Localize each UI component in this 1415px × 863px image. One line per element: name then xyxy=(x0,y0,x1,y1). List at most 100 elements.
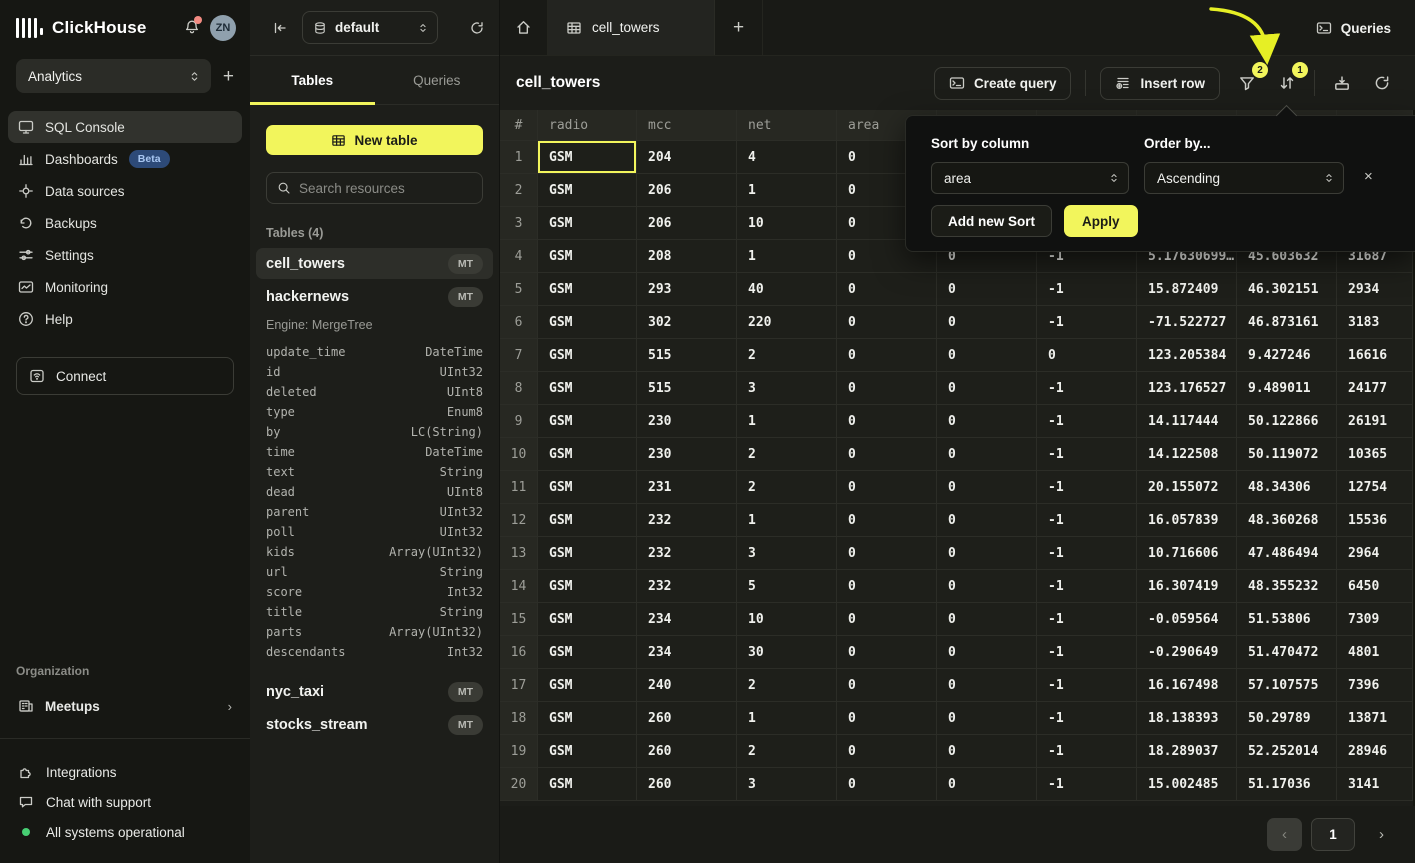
row-number[interactable]: 17 xyxy=(500,669,538,702)
sort-order-select[interactable]: Ascending xyxy=(1144,162,1344,194)
row-number[interactable]: 12 xyxy=(500,504,538,537)
grid-cell[interactable]: 232 xyxy=(637,537,737,570)
notifications-button[interactable] xyxy=(184,19,200,38)
grid-cell[interactable]: 14.117444 xyxy=(1137,405,1237,438)
grid-cell[interactable]: 0 xyxy=(837,636,937,669)
grid-cell[interactable]: -1 xyxy=(1037,768,1137,801)
row-number[interactable]: 15 xyxy=(500,603,538,636)
grid-cell[interactable]: 16.307419 xyxy=(1137,570,1237,603)
grid-cell[interactable]: -1 xyxy=(1037,504,1137,537)
refresh-panel-icon[interactable] xyxy=(469,20,485,36)
grid-cell[interactable]: 3 xyxy=(737,768,837,801)
grid-cell[interactable]: 2 xyxy=(737,669,837,702)
grid-header-cell[interactable]: # xyxy=(500,110,538,141)
database-select[interactable]: default xyxy=(302,11,438,44)
grid-cell[interactable]: 15.872409 xyxy=(1137,273,1237,306)
grid-cell[interactable]: 260 xyxy=(637,735,737,768)
grid-cell[interactable]: 0 xyxy=(937,372,1037,405)
grid-cell[interactable]: -1 xyxy=(1037,471,1137,504)
row-number[interactable]: 20 xyxy=(500,768,538,801)
row-number[interactable]: 16 xyxy=(500,636,538,669)
home-button[interactable] xyxy=(500,0,548,55)
grid-cell[interactable]: -0.290649 xyxy=(1137,636,1237,669)
grid-cell[interactable]: GSM xyxy=(538,240,637,273)
grid-cell[interactable]: 1 xyxy=(737,504,837,537)
grid-cell[interactable]: 234 xyxy=(637,636,737,669)
grid-cell[interactable]: 0 xyxy=(837,405,937,438)
grid-cell[interactable]: 48.34306 xyxy=(1237,471,1337,504)
grid-cell[interactable]: 293 xyxy=(637,273,737,306)
grid-cell[interactable]: 231 xyxy=(637,471,737,504)
grid-cell[interactable]: GSM xyxy=(538,405,637,438)
grid-cell[interactable]: 1 xyxy=(737,240,837,273)
row-number[interactable]: 18 xyxy=(500,702,538,735)
add-workspace-button[interactable]: + xyxy=(223,67,234,86)
workspace-select[interactable]: Analytics xyxy=(16,59,211,93)
insert-row-button[interactable]: Insert row xyxy=(1100,67,1220,100)
table-item-stocks-stream[interactable]: stocks_streamMT xyxy=(256,709,493,740)
grid-cell[interactable]: 0 xyxy=(937,768,1037,801)
grid-header-cell[interactable]: mcc xyxy=(637,110,737,141)
row-number[interactable]: 19 xyxy=(500,735,538,768)
grid-cell[interactable]: 206 xyxy=(637,174,737,207)
remove-sort-button[interactable]: × xyxy=(1364,168,1373,185)
grid-cell[interactable]: 0 xyxy=(837,537,937,570)
collapse-panel-icon[interactable] xyxy=(272,20,288,36)
filter-button[interactable]: 2 xyxy=(1234,70,1260,96)
grid-cell[interactable]: 46.302151 xyxy=(1237,273,1337,306)
row-number[interactable]: 6 xyxy=(500,306,538,339)
grid-cell[interactable]: -1 xyxy=(1037,537,1137,570)
explorer-tab-tables[interactable]: Tables xyxy=(250,56,375,104)
grid-cell[interactable]: 10.716606 xyxy=(1137,537,1237,570)
grid-cell[interactable]: GSM xyxy=(538,636,637,669)
grid-cell[interactable]: 204 xyxy=(637,141,737,174)
explorer-tab-queries[interactable]: Queries xyxy=(375,56,500,104)
grid-cell[interactable]: -1 xyxy=(1037,570,1137,603)
grid-cell[interactable]: GSM xyxy=(538,207,637,240)
grid-cell[interactable]: 46.873161 xyxy=(1237,306,1337,339)
grid-cell[interactable]: 4 xyxy=(737,141,837,174)
avatar[interactable]: ZN xyxy=(210,15,236,41)
grid-cell[interactable]: 24177 xyxy=(1337,372,1413,405)
grid-cell[interactable]: 16616 xyxy=(1337,339,1413,372)
grid-cell[interactable]: 0 xyxy=(937,669,1037,702)
grid-cell[interactable]: 0 xyxy=(837,735,937,768)
grid-cell[interactable]: 1 xyxy=(737,702,837,735)
grid-cell[interactable]: 0 xyxy=(837,339,937,372)
grid-cell[interactable]: 302 xyxy=(637,306,737,339)
sidebar-item-data-sources[interactable]: Data sources xyxy=(8,175,242,207)
grid-cell[interactable]: 232 xyxy=(637,504,737,537)
next-page-button[interactable]: › xyxy=(1364,818,1399,851)
grid-cell[interactable]: 3 xyxy=(737,537,837,570)
sidebar-item-help[interactable]: Help xyxy=(8,303,242,335)
grid-cell[interactable]: -1 xyxy=(1037,636,1137,669)
grid-cell[interactable]: 0 xyxy=(937,537,1037,570)
sort-column-select[interactable]: area xyxy=(931,162,1129,194)
grid-cell[interactable]: GSM xyxy=(538,273,637,306)
grid-cell[interactable]: 2 xyxy=(737,438,837,471)
table-item-nyc-taxi[interactable]: nyc_taxiMT xyxy=(256,676,493,707)
row-number[interactable]: 8 xyxy=(500,372,538,405)
grid-cell[interactable]: 515 xyxy=(637,372,737,405)
grid-cell[interactable]: 51.53806 xyxy=(1237,603,1337,636)
row-number[interactable]: 1 xyxy=(500,141,538,174)
grid-cell[interactable]: 26191 xyxy=(1337,405,1413,438)
grid-cell[interactable]: 57.107575 xyxy=(1237,669,1337,702)
grid-cell[interactable]: 40 xyxy=(737,273,837,306)
sidebar-item-dashboards[interactable]: DashboardsBeta xyxy=(8,143,242,175)
grid-cell[interactable]: -1 xyxy=(1037,405,1137,438)
grid-cell[interactable]: 0 xyxy=(937,405,1037,438)
grid-cell[interactable]: 47.486494 xyxy=(1237,537,1337,570)
current-page[interactable]: 1 xyxy=(1311,818,1355,851)
grid-cell[interactable]: 7396 xyxy=(1337,669,1413,702)
grid-cell[interactable]: -1 xyxy=(1037,438,1137,471)
connect-button[interactable]: Connect xyxy=(16,357,234,395)
grid-cell[interactable]: 1 xyxy=(737,405,837,438)
grid-cell[interactable]: 50.119072 xyxy=(1237,438,1337,471)
grid-cell[interactable]: 0 xyxy=(837,372,937,405)
grid-cell[interactable]: 232 xyxy=(637,570,737,603)
grid-cell[interactable]: 0 xyxy=(937,570,1037,603)
grid-cell[interactable]: GSM xyxy=(538,735,637,768)
grid-cell[interactable]: GSM xyxy=(538,174,637,207)
grid-cell[interactable]: 0 xyxy=(837,306,937,339)
